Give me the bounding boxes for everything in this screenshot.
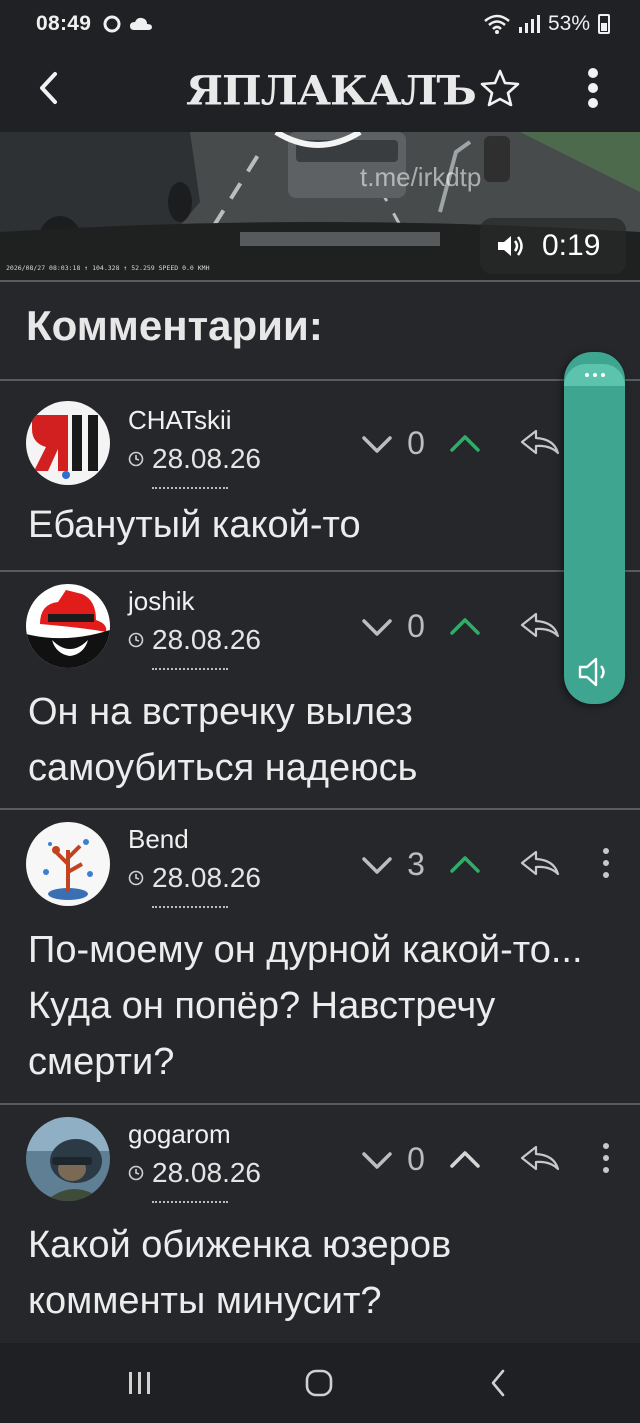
- reply-icon[interactable]: [518, 610, 562, 640]
- clock-icon: [128, 632, 144, 648]
- vote-count: 0: [407, 425, 425, 461]
- comment-item: joshik 28.08.26 0 Он на встречку вылез с…: [0, 572, 640, 808]
- status-time: 08:49: [36, 12, 92, 35]
- vote-count: 0: [407, 1141, 425, 1177]
- vote-controls: 0: [360, 1141, 482, 1178]
- comment-username[interactable]: gogarom: [128, 1119, 231, 1150]
- downvote-icon[interactable]: [360, 612, 394, 642]
- signal-icon: [518, 15, 540, 33]
- upvote-icon[interactable]: [448, 612, 482, 642]
- battery-percent: 53%: [547, 12, 590, 35]
- messenger-notification-icon: [103, 15, 121, 33]
- system-back-icon: [491, 1369, 505, 1397]
- upvote-icon[interactable]: [448, 1145, 482, 1175]
- app-header: ЯПЛАКАЛЪ: [0, 48, 640, 132]
- reply-icon[interactable]: [518, 1143, 562, 1173]
- comment-date: 28.08.26: [128, 624, 261, 656]
- comment-username[interactable]: CHATskii: [128, 405, 232, 436]
- vote-count: 0: [407, 608, 425, 644]
- site-logo[interactable]: ЯПЛАКАЛЪ: [186, 67, 477, 114]
- comment-username[interactable]: Bend: [128, 824, 189, 855]
- floating-side-panel[interactable]: [564, 352, 625, 704]
- recent-apps-icon: [129, 1372, 150, 1394]
- avatar[interactable]: [26, 822, 110, 906]
- back-arrow-icon: [40, 72, 57, 104]
- system-back-button[interactable]: [476, 1365, 520, 1401]
- vote-controls: 3: [360, 846, 482, 883]
- comment-text: Он на встречку вылез самоубиться надеюсь: [28, 691, 418, 789]
- recent-apps-button[interactable]: [118, 1365, 162, 1401]
- avatar[interactable]: [26, 401, 110, 485]
- comment-more-icon[interactable]: [596, 1141, 616, 1175]
- comment-date: 28.08.26: [128, 443, 261, 475]
- speaker-icon: [498, 236, 523, 256]
- avatar[interactable]: [26, 1117, 110, 1201]
- vote-controls: 0: [360, 608, 482, 645]
- comment-item: CHATskii 28.08.26 0 Ебанутый какой-то: [0, 381, 640, 570]
- downvote-icon[interactable]: [360, 429, 394, 459]
- star-icon: [480, 69, 520, 107]
- reply-icon[interactable]: [518, 427, 562, 457]
- video-player[interactable]: t.me/irkdtp 2026/08/27 08:03:18 ↑ 104.32…: [0, 132, 640, 280]
- comment-date: 28.08.26: [128, 862, 261, 894]
- back-button[interactable]: [28, 68, 68, 108]
- video-sound-timer[interactable]: 0:19: [480, 218, 626, 274]
- comment-text: Ебанутый какой-то: [28, 504, 361, 546]
- cloud-icon: [130, 17, 153, 30]
- status-bar: 08:49 53%: [0, 0, 640, 48]
- comment-item: gogarom 28.08.26 0 Какой обиженка юзеров…: [0, 1105, 640, 1341]
- comment-username[interactable]: joshik: [128, 586, 194, 617]
- more-menu-button[interactable]: [576, 66, 610, 110]
- more-vertical-icon: [588, 68, 598, 108]
- comment-date: 28.08.26: [128, 1157, 261, 1189]
- comment-item: Bend 28.08.26 3 По-моему он дурной какой…: [0, 810, 640, 1103]
- downvote-icon[interactable]: [360, 1145, 394, 1175]
- home-button[interactable]: [297, 1365, 341, 1401]
- comment-text: По-моему он дурной какой-то... Куда он п…: [28, 929, 583, 1083]
- upvote-icon[interactable]: [448, 429, 482, 459]
- divider: [0, 280, 640, 282]
- comments-heading: Комментарии:: [26, 302, 323, 349]
- clock-icon: [128, 1165, 144, 1181]
- comment-text: Какой обиженка юзеров комменты минусит?: [28, 1224, 452, 1322]
- wifi-icon: [484, 14, 510, 34]
- system-navigation-bar: [0, 1343, 640, 1423]
- dashcam-hud: 2026/08/27 08:03:18 ↑ 104.328 ↑ 52.259 S…: [6, 264, 210, 272]
- video-duration: 0:19: [542, 229, 601, 262]
- clock-icon: [128, 870, 144, 886]
- comment-more-icon[interactable]: [596, 846, 616, 880]
- battery-icon: [598, 14, 610, 34]
- side-panel-handle[interactable]: [564, 364, 625, 386]
- vote-controls: 0: [360, 425, 482, 462]
- vote-count: 3: [407, 846, 425, 882]
- upvote-icon[interactable]: [448, 850, 482, 880]
- clock-icon: [128, 451, 144, 467]
- video-watermark: t.me/irkdtp: [360, 162, 482, 192]
- avatar[interactable]: [26, 584, 110, 668]
- downvote-icon[interactable]: [360, 850, 394, 880]
- reply-icon[interactable]: [518, 848, 562, 878]
- volume-icon[interactable]: [576, 654, 612, 690]
- home-icon: [305, 1369, 333, 1397]
- bookmark-button[interactable]: [478, 66, 522, 110]
